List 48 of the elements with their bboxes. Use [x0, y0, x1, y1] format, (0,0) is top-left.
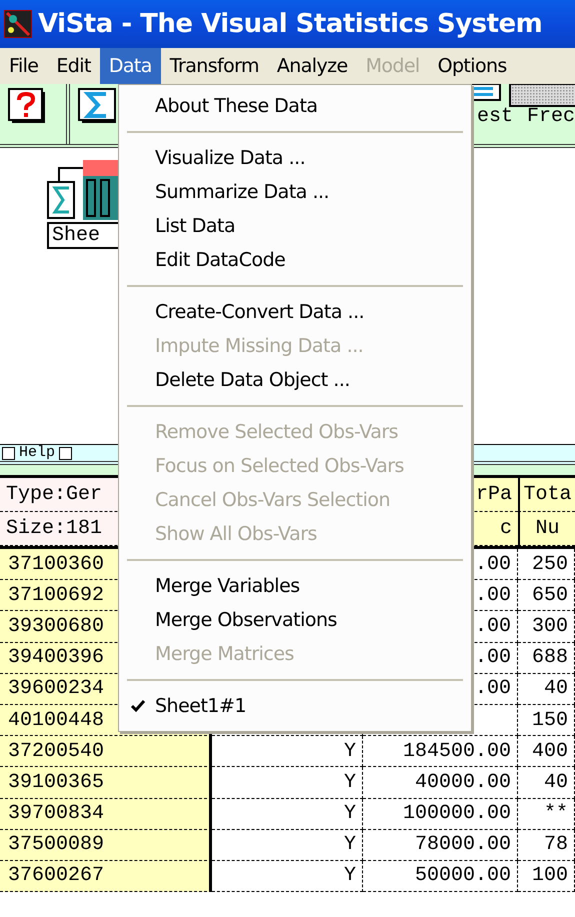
table-cell: 50000.00 — [363, 860, 518, 892]
table-cell: 78000.00 — [363, 830, 518, 861]
tool-label: est — [476, 105, 513, 128]
menu-bar-item[interactable]: Data — [100, 48, 161, 84]
table-cell: Y — [212, 860, 363, 892]
menu-bar-item[interactable]: Edit — [47, 48, 100, 84]
menu-item[interactable]: Delete Data Object ... — [119, 363, 471, 397]
table-cell: 39700834 — [0, 798, 212, 830]
column-header: Nu — [518, 512, 575, 546]
checkbox[interactable] — [2, 446, 15, 460]
table-cell: 40 — [518, 767, 575, 798]
table-cell: Y — [212, 830, 363, 861]
menu-bar-item[interactable]: Analyze — [268, 48, 357, 84]
table-cell: 300 — [518, 611, 575, 643]
menu-item[interactable]: Visualize Data ... — [119, 141, 471, 175]
menu-item[interactable]: About These Data — [119, 89, 471, 123]
table-cell: 39100365 — [0, 767, 212, 798]
help-label: Help — [19, 446, 56, 460]
table-cell: 184500.00 — [363, 736, 518, 768]
table-cell: 650 — [518, 580, 575, 612]
table-cell: 40 — [518, 674, 575, 705]
table-cell: ** — [518, 798, 575, 830]
table-cell: 40000.00 — [363, 767, 518, 798]
column-header: Tota — [518, 478, 575, 512]
table-cell: 150 — [518, 704, 575, 736]
table-cell: 400 — [518, 736, 575, 768]
help-icon[interactable] — [8, 88, 46, 124]
table-cell: 250 — [518, 549, 575, 580]
table-cell: 37500089 — [0, 830, 212, 861]
table-cell: 688 — [518, 642, 575, 674]
table-cell: 100000.00 — [363, 798, 518, 830]
checkbox[interactable] — [59, 446, 72, 460]
table-cell: Y — [212, 767, 363, 798]
sigma-icon[interactable] — [78, 88, 118, 124]
table-cell: 37600267 — [0, 860, 212, 892]
tool-label: Frec — [526, 105, 575, 128]
app-icon — [4, 10, 32, 38]
window-title: ViSta - The Visual Statistics System — [38, 9, 542, 39]
menu-bar-item[interactable]: Options — [428, 48, 516, 84]
menu-bar-item[interactable]: File — [0, 48, 48, 84]
table-cell: 78 — [518, 830, 575, 861]
menu-item[interactable]: Summarize Data ... — [119, 175, 471, 209]
table-cell: Y — [212, 798, 363, 830]
menu-bar-item[interactable]: Transform — [160, 48, 268, 84]
table-cell: 100 — [518, 860, 575, 892]
menu-item[interactable]: Create-Convert Data ... — [119, 295, 471, 329]
table-cell: 37200540 — [0, 736, 212, 768]
table-cell: Y — [212, 736, 363, 768]
